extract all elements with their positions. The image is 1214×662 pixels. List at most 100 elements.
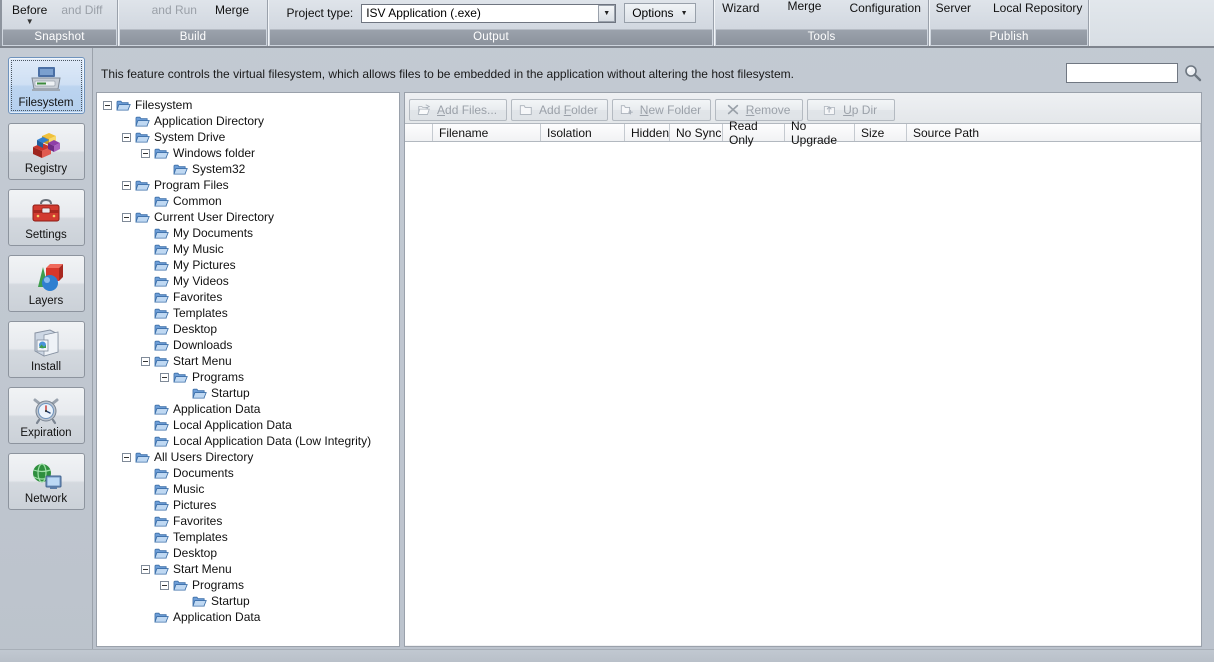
tree-node[interactable]: Filesystem <box>97 97 399 113</box>
tree-node[interactable]: Local Application Data <box>97 417 399 433</box>
options-button[interactable]: Options ▼ <box>624 3 695 23</box>
ribbon-button-local-repository[interactable]: Local Repository <box>989 0 1086 15</box>
files-grid-column-header[interactable]: No Sync <box>670 124 723 141</box>
search-input[interactable] <box>1067 64 1177 82</box>
ribbon-button-wizard[interactable]: Wizard <box>718 0 763 15</box>
files-grid-body[interactable] <box>405 142 1201 645</box>
tree-node[interactable]: Programs <box>97 369 399 385</box>
tree-toggle-spacer <box>179 597 188 606</box>
tree-node[interactable]: Current User Directory <box>97 209 399 225</box>
tree-node[interactable]: Favorites <box>97 513 399 529</box>
files-grid-column-header[interactable]: No Upgrade <box>785 124 855 141</box>
tree-node[interactable]: Local Application Data (Low Integrity) <box>97 433 399 449</box>
tree-collapse-toggle-icon[interactable] <box>103 101 112 110</box>
folder-icon <box>154 195 169 208</box>
search-icon[interactable] <box>1184 64 1202 82</box>
tree-node[interactable]: Downloads <box>97 337 399 353</box>
files-toolbar-button-add-files[interactable]: Add Files... <box>409 99 507 121</box>
tree-collapse-toggle-icon[interactable] <box>160 373 169 382</box>
tree-collapse-toggle-icon[interactable] <box>141 357 150 366</box>
tree-collapse-toggle-icon[interactable] <box>141 565 150 574</box>
tree-collapse-toggle-icon[interactable] <box>122 453 131 462</box>
tree-collapse-toggle-icon[interactable] <box>122 213 131 222</box>
tree-node[interactable]: Windows folder <box>97 145 399 161</box>
ribbon-button-and-run[interactable]: and Run <box>148 2 201 17</box>
tree-node[interactable]: Program Files <box>97 177 399 193</box>
tree-node[interactable]: Templates <box>97 529 399 545</box>
search-input-wrapper[interactable] <box>1066 63 1178 83</box>
folder-icon <box>154 259 169 272</box>
ribbon-button-before[interactable]: Before ▼ <box>8 2 51 25</box>
filesystem-tree-panel[interactable]: FilesystemApplication DirectorySystem Dr… <box>96 92 400 647</box>
tree-node-label: Downloads <box>173 338 232 352</box>
tree-node[interactable]: Desktop <box>97 321 399 337</box>
files-grid-column-header[interactable]: Isolation <box>541 124 625 141</box>
toolbox-icon <box>28 196 64 228</box>
tree-node[interactable]: Desktop <box>97 545 399 561</box>
tree-node[interactable]: Startup <box>97 593 399 609</box>
ribbon-button-merge-tools[interactable]: Merge <box>783 0 825 13</box>
tree-node-label: Programs <box>192 370 244 384</box>
tree-node[interactable]: System Drive <box>97 129 399 145</box>
project-type-select[interactable]: ISV Application (.exe) ▼ <box>361 4 616 23</box>
files-grid-column-header[interactable]: Hidden <box>625 124 670 141</box>
drive-icon <box>28 64 64 96</box>
files-toolbar-button-add-folder[interactable]: Add Folder <box>511 99 608 121</box>
ribbon-button-and-run-label: and Run <box>152 3 197 17</box>
tree-node[interactable]: My Videos <box>97 273 399 289</box>
tree-node[interactable]: Programs <box>97 577 399 593</box>
tree-node[interactable]: Application Data <box>97 609 399 625</box>
tree-node[interactable]: Documents <box>97 465 399 481</box>
ribbon-button-server[interactable]: Server <box>932 0 975 15</box>
tree-collapse-toggle-icon[interactable] <box>141 149 150 158</box>
ribbon-button-before-label: Before <box>12 3 47 17</box>
files-grid-column-header[interactable]: Read Only <box>723 124 785 141</box>
tree-node[interactable]: My Pictures <box>97 257 399 273</box>
tree-toggle-spacer <box>141 229 150 238</box>
tree-node[interactable]: Pictures <box>97 497 399 513</box>
sidebar-item-network[interactable]: Network <box>8 453 85 510</box>
tree-node[interactable]: Music <box>97 481 399 497</box>
chevron-down-icon[interactable]: ▼ <box>598 5 615 22</box>
tree-node[interactable]: Common <box>97 193 399 209</box>
tree-node[interactable]: Favorites <box>97 289 399 305</box>
sidebar-item-filesystem[interactable]: Filesystem <box>8 57 85 114</box>
ribbon-button-merge-build[interactable]: Merge <box>211 2 253 17</box>
tree-collapse-toggle-icon[interactable] <box>122 133 131 142</box>
files-grid-column-header[interactable]: Size <box>855 124 907 141</box>
tree-node[interactable]: My Documents <box>97 225 399 241</box>
files-grid-column-header[interactable]: Source Path <box>907 124 1201 141</box>
folder-icon <box>154 227 169 240</box>
tree-node[interactable]: My Music <box>97 241 399 257</box>
tree-node[interactable]: Application Data <box>97 401 399 417</box>
tree-node[interactable]: System32 <box>97 161 399 177</box>
tree-collapse-toggle-icon[interactable] <box>160 581 169 590</box>
tree-node[interactable]: Templates <box>97 305 399 321</box>
tree-node-label: Music <box>173 482 204 496</box>
tree-collapse-toggle-icon[interactable] <box>122 181 131 190</box>
files-panel: Add Files...Add FolderNew FolderRemoveUp… <box>404 92 1202 647</box>
tree-node[interactable]: All Users Directory <box>97 449 399 465</box>
ribbon-button-configuration[interactable]: Configuration <box>845 0 924 15</box>
files-grid-column-header[interactable]: Filename <box>433 124 541 141</box>
tree-node-label: Application Directory <box>154 114 264 128</box>
tree-node[interactable]: Start Menu <box>97 353 399 369</box>
sidebar-item-install[interactable]: Install <box>8 321 85 378</box>
ribbon-button-and-diff[interactable]: and Diff <box>57 2 106 17</box>
tree-node-label: Programs <box>192 578 244 592</box>
registry-blocks-icon <box>28 130 64 162</box>
folder-icon <box>154 515 169 528</box>
globe-monitor-icon <box>28 460 64 492</box>
tree-node[interactable]: Start Menu <box>97 561 399 577</box>
files-toolbar-button-new-folder[interactable]: New Folder <box>612 99 711 121</box>
tree-toggle-spacer <box>141 341 150 350</box>
sidebar-item-expiration[interactable]: Expiration <box>8 387 85 444</box>
files-toolbar-button-up-dir[interactable]: Up Dir <box>807 99 895 121</box>
files-toolbar-button-remove[interactable]: Remove <box>715 99 803 121</box>
sidebar-item-registry[interactable]: Registry <box>8 123 85 180</box>
sidebar-item-settings[interactable]: Settings <box>8 189 85 246</box>
tree-node[interactable]: Startup <box>97 385 399 401</box>
files-grid-column-header[interactable] <box>405 124 433 141</box>
tree-node[interactable]: Application Directory <box>97 113 399 129</box>
sidebar-item-layers[interactable]: Layers <box>8 255 85 312</box>
